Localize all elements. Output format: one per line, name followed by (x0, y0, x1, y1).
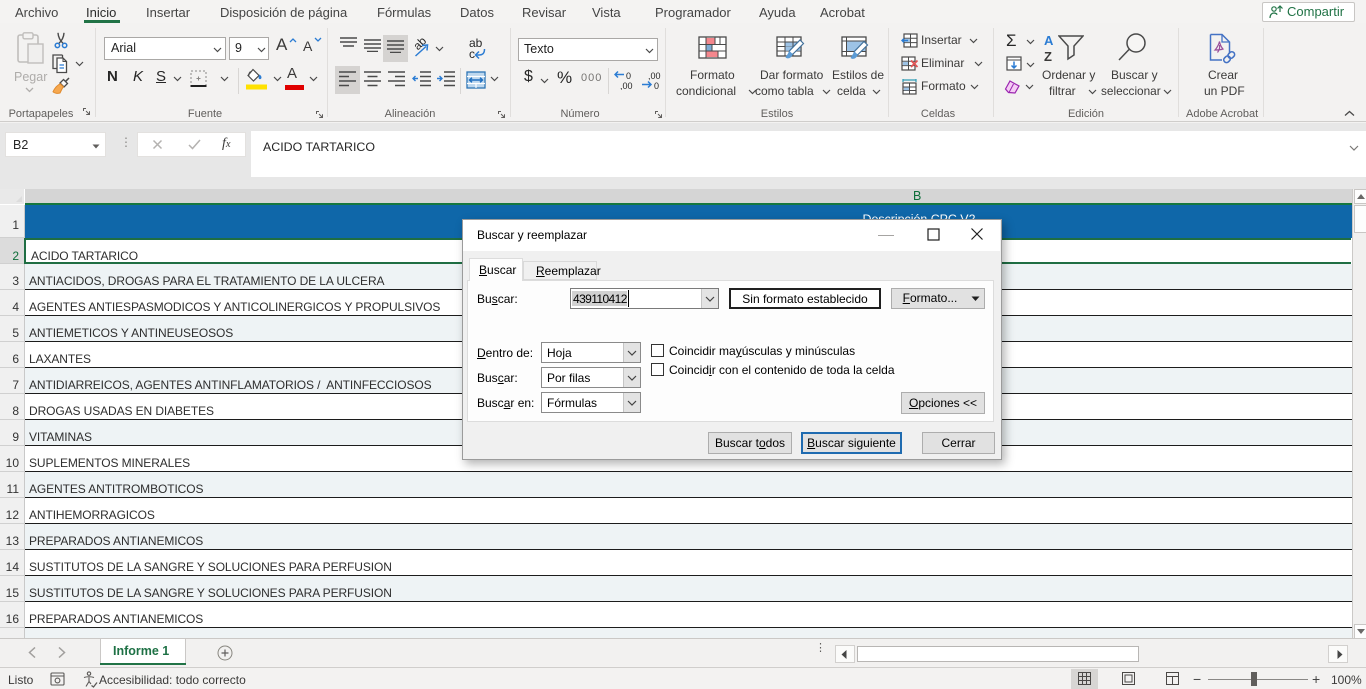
svg-text:0: 0 (654, 81, 659, 90)
svg-text:,00: ,00 (620, 81, 633, 90)
svg-text:0: 0 (626, 71, 631, 81)
svg-text:,00: ,00 (648, 71, 661, 81)
